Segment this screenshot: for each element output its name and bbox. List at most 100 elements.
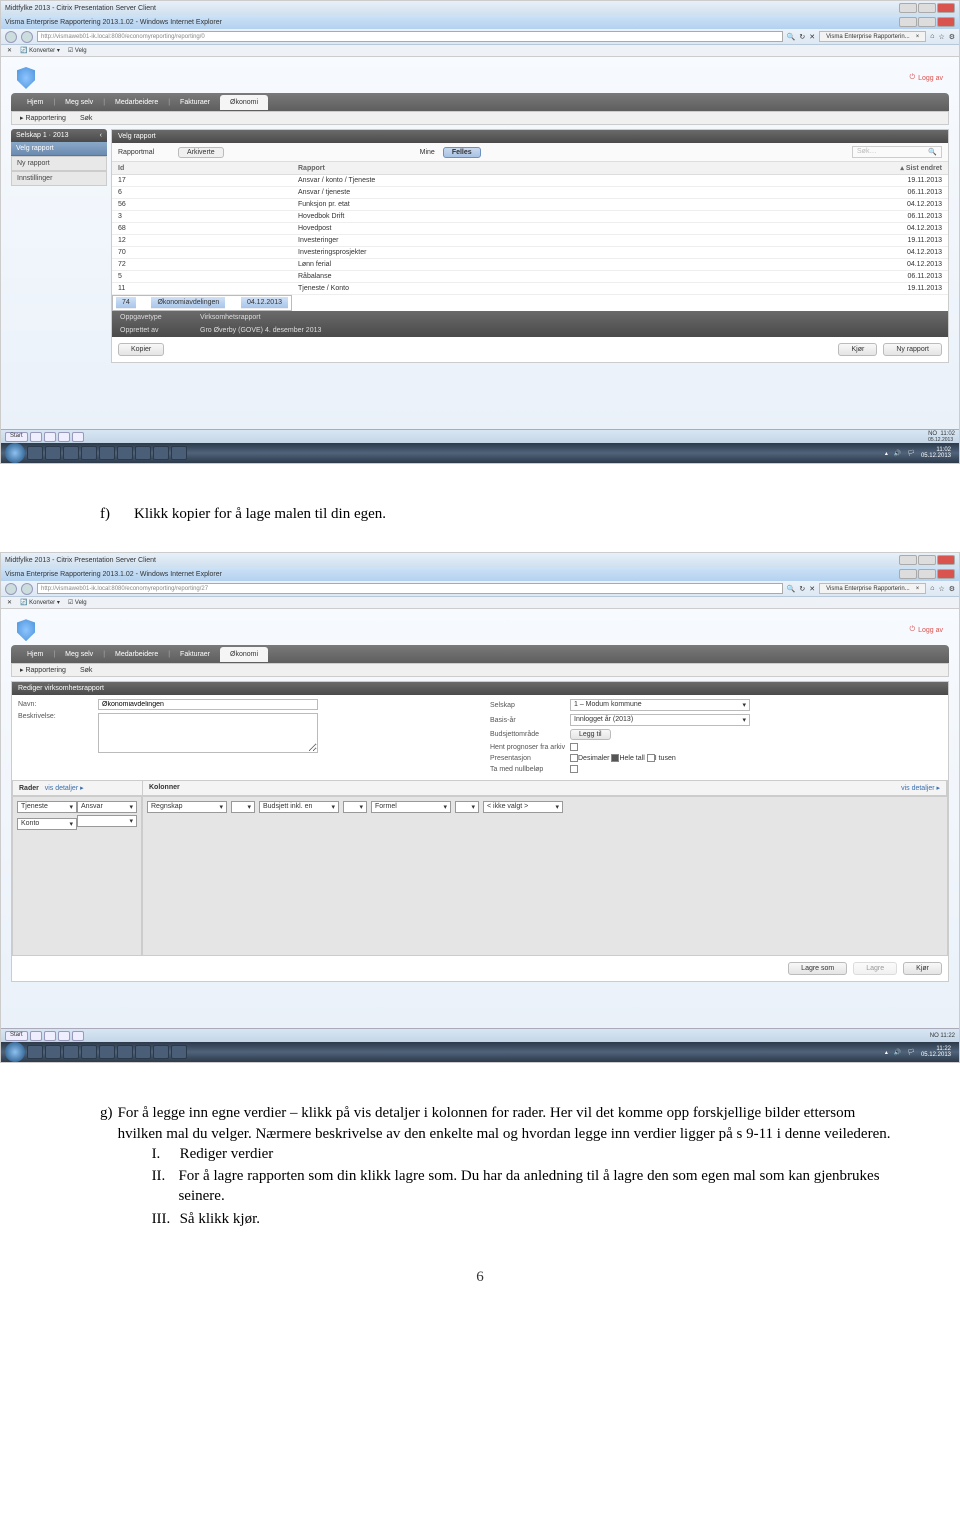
minimize-button[interactable] — [899, 555, 917, 565]
heletall-radio[interactable] — [611, 754, 619, 762]
close-icon[interactable]: ✕ — [7, 599, 12, 606]
kolonne-num-select[interactable]: ▾ — [455, 801, 479, 813]
taskbar-pin[interactable] — [171, 446, 187, 460]
tray-icon[interactable]: 🏳 — [907, 450, 915, 457]
sidebar-item-velg-rapport[interactable]: Velg rapport — [11, 142, 107, 156]
filter-arkiverte[interactable]: Arkiverte — [178, 147, 224, 158]
taskbar-pin[interactable] — [135, 446, 151, 460]
konverter-dropdown[interactable]: 🔄 Konverter ▾ — [20, 47, 60, 54]
ie-maximize[interactable] — [918, 17, 936, 27]
taskbar-pin[interactable] — [81, 446, 97, 460]
taskbar-pin[interactable] — [81, 1045, 97, 1059]
gear-icon[interactable]: ⚙ — [949, 33, 955, 41]
pin-icon[interactable] — [30, 1031, 42, 1041]
taskbar-pin[interactable] — [171, 1045, 187, 1059]
back-button[interactable] — [5, 31, 17, 43]
subnav-sok[interactable]: Søk — [80, 667, 92, 674]
stop-icon[interactable]: ✕ — [809, 585, 815, 593]
windows-orb-icon[interactable] — [5, 1042, 25, 1062]
table-row[interactable]: 6Ansvar / tjeneste06.11.2013 — [112, 187, 948, 199]
table-row[interactable]: 5Råbalanse06.11.2013 — [112, 271, 948, 283]
taskbar-pin[interactable] — [117, 446, 133, 460]
favorites-icon[interactable]: ☆ — [938, 585, 944, 593]
start-button[interactable]: Start — [5, 432, 28, 442]
beskrivelse-input[interactable] — [98, 713, 318, 753]
pin-icon[interactable] — [30, 432, 42, 442]
rader-visdetaljer-link[interactable]: vis detaljer ▸ — [45, 785, 84, 792]
taskbar-pin[interactable] — [135, 1045, 151, 1059]
col-rapport[interactable]: Rapport — [292, 162, 868, 175]
basisar-select[interactable]: Innlogget år (2013)▾ — [570, 714, 750, 726]
pin-icon[interactable] — [44, 1031, 56, 1041]
filter-felles[interactable]: Felles — [443, 147, 481, 158]
leggtil-button[interactable]: Legg til — [570, 729, 611, 740]
close-icon[interactable]: ✕ — [7, 47, 12, 54]
ie-minimize[interactable] — [899, 569, 917, 579]
maximize-button[interactable] — [918, 555, 936, 565]
close-button[interactable] — [937, 3, 955, 13]
refresh-icon[interactable]: ↻ — [799, 585, 805, 593]
tamed-checkbox[interactable] — [570, 765, 578, 773]
home-icon[interactable]: ⌂ — [930, 585, 934, 592]
sidebar-title[interactable]: Selskap 1 · 2013‹ — [11, 129, 107, 142]
taskbar-pin[interactable] — [63, 446, 79, 460]
table-row[interactable]: 17Ansvar / konto / Tjeneste19.11.2013 — [112, 175, 948, 187]
tray-icon[interactable]: 🔊 — [894, 1049, 901, 1056]
taskbar-pin[interactable] — [27, 1045, 43, 1059]
browser-tab[interactable]: Visma Enterprise Rapporterin... × — [819, 583, 926, 594]
table-row[interactable]: 3Hovedbok Drift06.11.2013 — [112, 211, 948, 223]
taskbar-pin[interactable] — [99, 446, 115, 460]
pin-icon[interactable] — [72, 1031, 84, 1041]
browser-tab[interactable]: Visma Enterprise Rapporterin... × — [819, 31, 926, 42]
itusen-radio[interactable] — [647, 754, 655, 762]
nav-fakturaer[interactable]: Fakturaer — [170, 95, 220, 110]
nav-hjem[interactable]: Hjem — [17, 647, 53, 662]
col-endret[interactable]: Sist endret — [906, 165, 942, 172]
nav-fakturaer[interactable]: Fakturaer — [170, 647, 220, 662]
search-input[interactable]: Søk…🔍 — [852, 146, 942, 158]
url-field[interactable]: http://vismaweb01-ik.local:8080/economyr… — [37, 583, 783, 594]
pin-icon[interactable] — [58, 1031, 70, 1041]
ny-rapport-button[interactable]: Ny rapport — [883, 343, 942, 356]
tray-icon[interactable]: 🏳 — [907, 1049, 915, 1056]
kolonne-select[interactable]: < ikke valgt >▾ — [483, 801, 563, 813]
taskbar-pin[interactable] — [153, 1045, 169, 1059]
rader-select[interactable]: Ansvar▾ — [77, 801, 137, 813]
search-icon[interactable]: 🔍 — [787, 33, 796, 41]
tray-icon[interactable]: 🔊 — [894, 450, 901, 457]
kopier-button[interactable]: Kopier — [118, 343, 164, 356]
pin-icon[interactable] — [72, 432, 84, 442]
home-icon[interactable]: ⌂ — [930, 33, 934, 40]
maximize-button[interactable] — [918, 3, 936, 13]
kolonner-visdetaljer-link[interactable]: vis detaljer ▸ — [901, 784, 940, 792]
desimaler-radio[interactable] — [570, 754, 578, 762]
taskbar-pin[interactable] — [117, 1045, 133, 1059]
table-row[interactable]: 72Lønn ferial04.12.2013 — [112, 259, 948, 271]
logout-link[interactable]: ⏻ Logg av — [910, 74, 943, 82]
taskbar-pin[interactable] — [99, 1045, 115, 1059]
tab-close-icon[interactable]: × — [916, 586, 920, 592]
kolonne-select[interactable]: Regnskap▾ — [147, 801, 227, 813]
ie-minimize[interactable] — [899, 17, 917, 27]
start-button[interactable]: Start — [5, 1031, 28, 1041]
nav-hjem[interactable]: Hjem — [17, 95, 53, 110]
taskbar-pin[interactable] — [27, 446, 43, 460]
nav-meg-selv[interactable]: Meg selv — [55, 95, 103, 110]
gear-icon[interactable]: ⚙ — [949, 585, 955, 593]
table-row[interactable]: 68Hovedpost04.12.2013 — [112, 223, 948, 235]
taskbar-pin[interactable] — [63, 1045, 79, 1059]
ie-maximize[interactable] — [918, 569, 936, 579]
table-row[interactable]: 12Investeringer19.11.2013 — [112, 235, 948, 247]
minimize-button[interactable] — [899, 3, 917, 13]
lagre-button[interactable]: Lagre — [853, 962, 897, 975]
ie-close[interactable] — [937, 17, 955, 27]
rader-select[interactable]: Tjeneste▾ — [17, 801, 77, 813]
pin-icon[interactable] — [44, 432, 56, 442]
table-row[interactable]: 74Økonomiavdelingen04.12.2013 — [112, 295, 292, 311]
konverter-dropdown[interactable]: 🔄 Konverter ▾ — [20, 599, 60, 606]
back-button[interactable] — [5, 583, 17, 595]
table-row[interactable]: 70Investeringsprosjekter04.12.2013 — [112, 247, 948, 259]
kolonne-num-select[interactable]: ▾ — [231, 801, 255, 813]
kjor-button[interactable]: Kjør — [903, 962, 942, 975]
subnav-rapportering[interactable]: ▸ Rapportering — [20, 114, 66, 122]
